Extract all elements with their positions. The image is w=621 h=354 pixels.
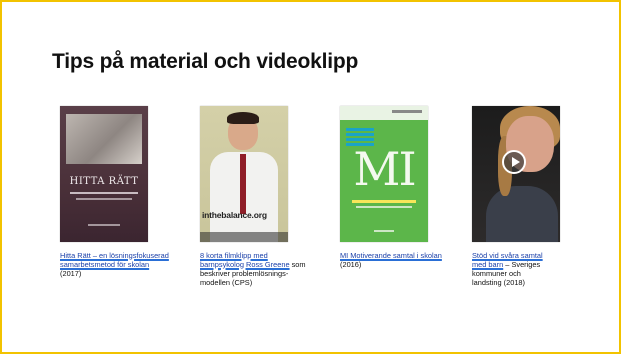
thumb-figure (486, 186, 558, 242)
play-icon[interactable] (502, 150, 526, 174)
thumb-figure (227, 112, 259, 124)
material-link[interactable]: Hitta Rätt – en lösningsfokuserad samarb… (60, 251, 169, 269)
cover-line (76, 198, 132, 200)
material-link[interactable]: 8 korta filmklipp med barnpsykolog Ross … (200, 251, 290, 269)
thumbnail-watermark: inthebalance.org (202, 210, 267, 220)
material-card: HITTA RÄTT Hitta Rätt – en lösningsfokus… (60, 106, 170, 278)
book-cover-hitta-ratt[interactable]: HITTA RÄTT (60, 106, 148, 242)
slide: Tips på material och videoklipp HITTA RÄ… (0, 0, 621, 354)
thumb-figure (240, 154, 246, 214)
book-cover-mi[interactable]: MI (340, 106, 428, 242)
material-card: inthebalance.org 8 korta filmklipp med b… (200, 106, 310, 287)
cover-line (88, 224, 120, 226)
video-controls-bar[interactable] (200, 232, 288, 242)
video-thumbnail-svara-samtal[interactable] (472, 106, 560, 242)
cover-line (70, 192, 138, 194)
material-caption: Stöd vid svåra samtal med barn – Sverige… (472, 251, 544, 287)
cover-line (356, 206, 412, 208)
cover-photo (66, 114, 142, 164)
video-thumbnail-ross-greene[interactable]: inthebalance.org (200, 106, 288, 242)
caption-text: (2017) (60, 269, 82, 278)
material-link[interactable]: MI Motiverande samtal i skolan (340, 251, 442, 260)
cover-title: HITTA RÄTT (69, 176, 139, 187)
cover-header (340, 106, 428, 120)
caption-text: (2016) (340, 260, 362, 269)
cover-line (352, 200, 416, 203)
slide-title: Tips på material och videoklipp (52, 50, 359, 73)
material-caption: 8 korta filmklipp med barnpsykolog Ross … (200, 251, 310, 287)
material-caption: Hitta Rätt – en lösningsfokuserad samarb… (60, 251, 170, 278)
material-caption: MI Motiverande samtal i skolan (2016) (340, 251, 450, 269)
cover-line (374, 230, 394, 232)
cover-title: MI (353, 142, 416, 196)
material-card: MI MI Motiverande samtal i skolan (2016) (340, 106, 450, 269)
material-card: Stöd vid svåra samtal med barn – Sverige… (472, 106, 582, 287)
